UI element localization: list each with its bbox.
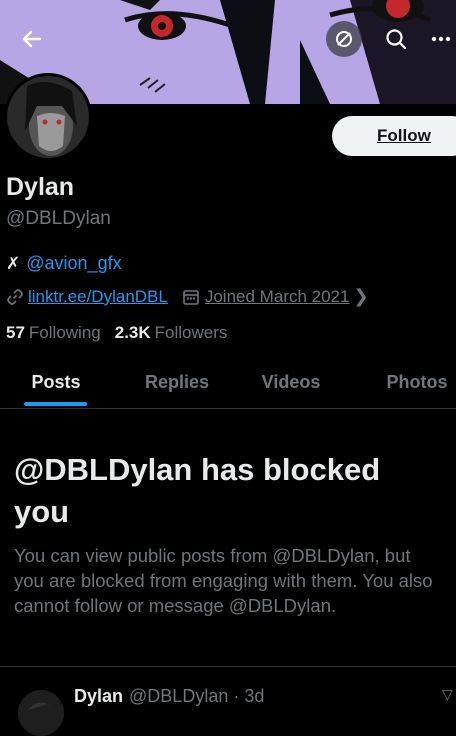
post-avatar[interactable] (18, 690, 64, 736)
tab-replies[interactable]: Replies (124, 356, 230, 408)
x-logo-icon: ✗ (6, 253, 21, 273)
website-link[interactable]: linktr.ee/DylanDBL (28, 287, 168, 307)
follow-counts: 57 Following 2.3K Followers (6, 323, 241, 343)
sync-button[interactable] (326, 21, 362, 57)
followers-link[interactable]: 2.3K Followers (115, 323, 228, 343)
following-count: 57 (6, 323, 25, 342)
follow-button[interactable]: Follow (332, 116, 456, 156)
search-button[interactable] (378, 21, 414, 57)
tab-posts[interactable]: Posts (14, 356, 98, 408)
link-icon (7, 288, 23, 305)
joined-date: Joined March 2021 (204, 286, 350, 306)
following-link[interactable]: 57 Following (6, 323, 101, 343)
sync-icon (336, 31, 352, 47)
chevron-right-icon[interactable]: ❯ (353, 286, 368, 307)
profile-tabs: Posts Replies Videos Photos (0, 356, 456, 409)
more-button[interactable] (426, 21, 456, 57)
tab-photos[interactable]: Photos (370, 356, 456, 408)
blocked-description: You can view public posts from @DBLDylan… (14, 545, 433, 616)
affiliate-link[interactable]: @avion_gfx (26, 253, 121, 274)
active-tab-indicator (24, 402, 87, 406)
back-arrow-icon (22, 30, 42, 48)
affiliation: ✗ @avion_gfx (6, 253, 122, 274)
profile-handle: @DBLDylan (6, 208, 111, 229)
divider (0, 666, 456, 667)
followers-label: Followers (154, 323, 228, 342)
profile-avatar[interactable] (4, 73, 92, 161)
search-icon (386, 29, 407, 50)
profile-name: Dylan (6, 173, 75, 201)
profile-meta: linktr.ee/DylanDBL Joined March 2021 ❯ (6, 286, 369, 307)
more-icon (431, 36, 451, 42)
calendar-icon (183, 289, 199, 305)
back-button[interactable] (14, 21, 50, 57)
blocked-title: @DBLDylan has blocked you (14, 452, 381, 529)
following-label: Following (28, 323, 101, 342)
post-more-chevron-icon[interactable]: ▽ (442, 686, 453, 703)
tab-videos[interactable]: Videos (240, 356, 342, 408)
followers-count: 2.3K (114, 323, 151, 342)
